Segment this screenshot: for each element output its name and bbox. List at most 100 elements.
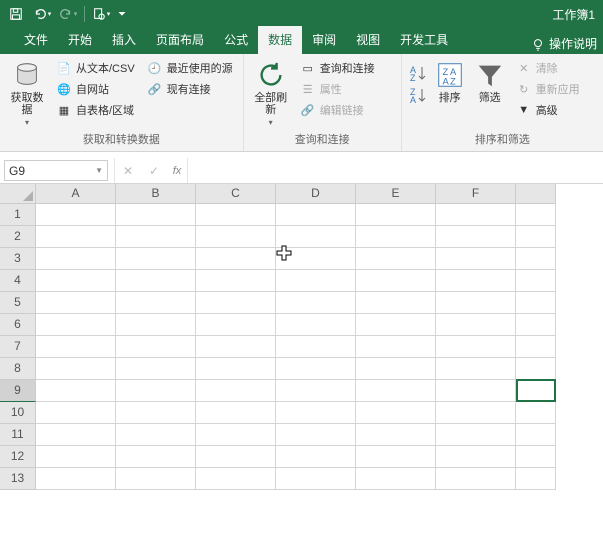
cell[interactable]	[276, 358, 356, 380]
advanced-filter-button[interactable]: ▼高级	[512, 100, 584, 120]
cell[interactable]	[116, 204, 196, 226]
row-header[interactable]: 10	[0, 402, 36, 424]
cell[interactable]	[196, 248, 276, 270]
cell[interactable]	[196, 314, 276, 336]
enter-formula-button[interactable]: ✓	[141, 164, 167, 178]
row-header[interactable]: 7	[0, 336, 36, 358]
cell[interactable]	[196, 204, 276, 226]
cell[interactable]	[356, 248, 436, 270]
col-header[interactable]: D	[276, 184, 356, 204]
cell[interactable]	[196, 424, 276, 446]
cell[interactable]	[196, 358, 276, 380]
cell[interactable]	[516, 379, 556, 402]
col-header[interactable]: E	[356, 184, 436, 204]
tab-developer[interactable]: 开发工具	[390, 26, 458, 54]
cell[interactable]	[116, 292, 196, 314]
cell[interactable]	[36, 424, 116, 446]
cell[interactable]	[276, 336, 356, 358]
cell[interactable]	[276, 314, 356, 336]
cell[interactable]	[516, 402, 556, 424]
qat-customize[interactable]: ⏷	[115, 2, 129, 26]
tell-me[interactable]: 操作说明	[525, 35, 603, 54]
redo-button[interactable]: ▾	[56, 2, 80, 26]
cancel-formula-button[interactable]: ✕	[115, 164, 141, 178]
cell[interactable]	[36, 314, 116, 336]
sort-desc-button[interactable]: ZA	[408, 86, 428, 104]
cell[interactable]	[516, 358, 556, 380]
select-all-button[interactable]	[0, 184, 36, 204]
cell[interactable]	[196, 270, 276, 292]
cell[interactable]	[276, 292, 356, 314]
cell[interactable]	[196, 226, 276, 248]
tab-view[interactable]: 视图	[346, 26, 390, 54]
cell[interactable]	[356, 402, 436, 424]
from-text-csv-button[interactable]: 📄从文本/CSV	[52, 58, 139, 78]
cell[interactable]	[516, 248, 556, 270]
cell[interactable]	[116, 270, 196, 292]
cell[interactable]	[36, 204, 116, 226]
cell[interactable]	[356, 358, 436, 380]
tab-data[interactable]: 数据	[258, 26, 302, 54]
cell[interactable]	[436, 314, 516, 336]
cell[interactable]	[276, 248, 356, 270]
cell[interactable]	[36, 446, 116, 468]
row-header[interactable]: 9	[0, 380, 36, 402]
tab-formulas[interactable]: 公式	[214, 26, 258, 54]
properties-button[interactable]: ☰属性	[296, 79, 379, 99]
cell[interactable]	[36, 358, 116, 380]
cell[interactable]	[516, 468, 556, 490]
row-header[interactable]: 11	[0, 424, 36, 446]
cell[interactable]	[516, 292, 556, 314]
col-header[interactable]: C	[196, 184, 276, 204]
cell[interactable]	[116, 380, 196, 402]
cell[interactable]	[356, 270, 436, 292]
row-header[interactable]: 6	[0, 314, 36, 336]
reapply-button[interactable]: ↻重新应用	[512, 79, 584, 99]
cell[interactable]	[356, 292, 436, 314]
cell[interactable]	[436, 468, 516, 490]
tab-file[interactable]: 文件	[14, 26, 58, 54]
cell[interactable]	[116, 402, 196, 424]
cell[interactable]	[276, 270, 356, 292]
row-header[interactable]: 5	[0, 292, 36, 314]
cell[interactable]	[436, 336, 516, 358]
cell[interactable]	[516, 336, 556, 358]
cell[interactable]	[36, 270, 116, 292]
cell[interactable]	[276, 468, 356, 490]
cell[interactable]	[276, 402, 356, 424]
cell[interactable]	[436, 380, 516, 402]
undo-button[interactable]: ▾	[30, 2, 54, 26]
tab-review[interactable]: 审阅	[302, 26, 346, 54]
clear-filter-button[interactable]: ✕清除	[512, 58, 584, 78]
col-header[interactable]: B	[116, 184, 196, 204]
cell[interactable]	[116, 314, 196, 336]
cell[interactable]	[436, 446, 516, 468]
cell[interactable]	[276, 424, 356, 446]
row-header[interactable]: 4	[0, 270, 36, 292]
cell[interactable]	[436, 402, 516, 424]
sort-button[interactable]: ZAAZ 排序	[432, 58, 468, 104]
cell[interactable]	[356, 336, 436, 358]
tab-home[interactable]: 开始	[58, 26, 102, 54]
cell[interactable]	[516, 226, 556, 248]
cell[interactable]	[436, 358, 516, 380]
cell[interactable]	[516, 314, 556, 336]
cell[interactable]	[196, 336, 276, 358]
cell[interactable]	[116, 424, 196, 446]
row-header[interactable]: 13	[0, 468, 36, 490]
recent-sources-button[interactable]: 🕘最近使用的源	[143, 58, 237, 78]
cell[interactable]	[356, 446, 436, 468]
cell[interactable]	[356, 380, 436, 402]
cell[interactable]	[36, 336, 116, 358]
cell[interactable]	[356, 204, 436, 226]
row-header[interactable]: 1	[0, 204, 36, 226]
row-header[interactable]: 2	[0, 226, 36, 248]
existing-connections-button[interactable]: 🔗现有连接	[143, 79, 237, 99]
cell[interactable]	[116, 336, 196, 358]
row-header[interactable]: 8	[0, 358, 36, 380]
cell[interactable]	[276, 380, 356, 402]
cell[interactable]	[276, 204, 356, 226]
refresh-all-button[interactable]: 全部刷新 ▾	[250, 58, 292, 127]
row-header[interactable]: 12	[0, 446, 36, 468]
cell[interactable]	[356, 424, 436, 446]
